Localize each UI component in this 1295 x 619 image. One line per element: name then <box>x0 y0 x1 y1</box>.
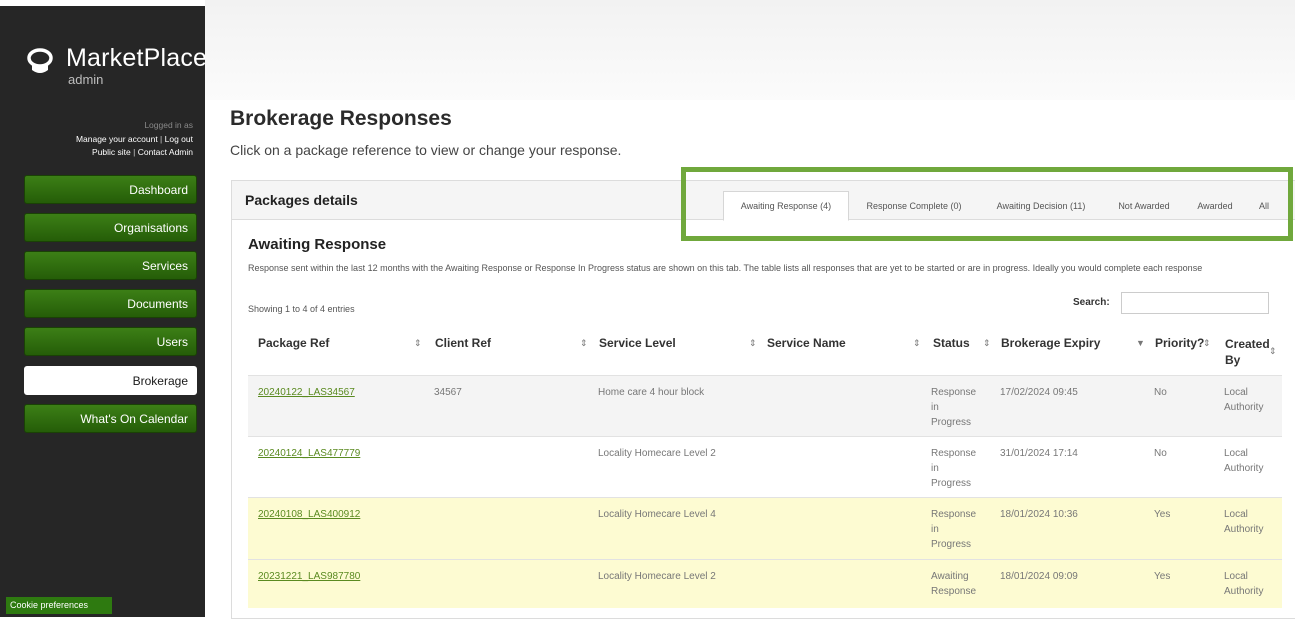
nav-brokerage[interactable]: Brokerage <box>24 366 197 395</box>
table-row: 20240108_LAS400912 Locality Homecare Leve… <box>248 497 1282 560</box>
nav-whats-on-calendar[interactable]: What's On Calendar <box>24 404 197 433</box>
table-row: 20240122_LAS34567 34567 Home care 4 hour b… <box>248 375 1282 437</box>
brokerage-expiry-cell: 17/02/2024 09:45 <box>1000 387 1078 398</box>
sort-icon[interactable]: ⇕ <box>913 338 921 349</box>
section-title: Awaiting Response <box>248 236 387 253</box>
created-by-cell: Local Authority <box>1224 509 1264 535</box>
sort-icon[interactable]: ⇕ <box>983 338 991 349</box>
panel-title: Packages details <box>245 192 358 208</box>
brand-name: MarketPlace <box>66 44 208 72</box>
nav-organisations[interactable]: Organisations <box>24 213 197 242</box>
col-status[interactable]: Status <box>933 336 970 350</box>
priority-cell: No <box>1154 448 1167 459</box>
brokerage-expiry-cell: 31/01/2024 17:14 <box>1000 448 1078 459</box>
service-level-cell: Locality Homecare Level 2 <box>598 448 716 459</box>
brokerage-expiry-cell: 18/01/2024 09:09 <box>1000 571 1078 582</box>
tabs-callout-highlight <box>681 167 1293 241</box>
logo[interactable]: MarketPlace admin <box>26 38 208 88</box>
entries-count: Showing 1 to 4 of 4 entries <box>248 304 355 314</box>
status-cell: Response in Progress <box>931 509 977 550</box>
package-ref-link[interactable]: 20231221_LAS987780 <box>258 569 360 584</box>
sort-icon[interactable]: ⇕ <box>414 338 422 349</box>
col-client-ref[interactable]: Client Ref <box>435 336 491 350</box>
search-input[interactable] <box>1121 292 1269 314</box>
col-service-level[interactable]: Service Level <box>599 336 676 350</box>
sort-icon[interactable]: ⇕ <box>580 338 588 349</box>
status-cell: Awaiting Response <box>931 571 977 597</box>
sort-icon[interactable]: ⇕ <box>749 338 757 349</box>
col-service-name[interactable]: Service Name <box>767 336 846 350</box>
header-band <box>205 0 1295 100</box>
page-title: Brokerage Responses <box>230 107 452 130</box>
nav-dashboard[interactable]: Dashboard <box>24 175 197 204</box>
cookie-preferences-button[interactable]: Cookie preferences <box>6 597 112 614</box>
package-ref-link[interactable]: 20240124_LAS477779 <box>258 446 360 461</box>
table-row: 20240124_LAS477779 Locality Homecare Leve… <box>248 436 1282 498</box>
package-ref-link[interactable]: 20240122_LAS34567 <box>258 385 355 400</box>
status-cell: Response in Progress <box>931 448 977 489</box>
client-ref-cell: 34567 <box>434 387 462 398</box>
priority-cell: No <box>1154 387 1167 398</box>
marketplace-logo-icon <box>27 48 53 73</box>
page-subtitle: Click on a package reference to view or … <box>230 142 622 158</box>
contact-admin-link[interactable]: Contact Admin <box>138 147 193 157</box>
created-by-cell: Local Authority <box>1224 448 1264 474</box>
nav-documents[interactable]: Documents <box>24 289 197 318</box>
search-label: Search: <box>1073 297 1110 308</box>
package-ref-link[interactable]: 20240108_LAS400912 <box>258 507 360 522</box>
sort-icon[interactable]: ⇕ <box>1269 346 1277 357</box>
sort-icon[interactable]: ⇕ <box>1203 338 1211 349</box>
priority-cell: Yes <box>1154 571 1171 582</box>
service-level-cell: Home care 4 hour block <box>598 387 705 398</box>
created-by-cell: Local Authority <box>1224 571 1264 597</box>
nav-users[interactable]: Users <box>24 327 197 356</box>
nav-services[interactable]: Services <box>24 251 197 280</box>
priority-cell: Yes <box>1154 509 1171 520</box>
account-links: Manage your account | Log out <box>75 134 193 144</box>
manage-account-link[interactable]: Manage your account <box>76 134 158 144</box>
col-brokerage-expiry[interactable]: Brokerage Expiry <box>1001 336 1100 350</box>
brokerage-expiry-cell: 18/01/2024 10:36 <box>1000 509 1078 520</box>
col-priority[interactable]: Priority? <box>1155 336 1204 350</box>
logout-link[interactable]: Log out <box>165 134 193 144</box>
brand-sub: admin <box>68 72 104 87</box>
site-links: Public site | Contact Admin <box>92 147 193 157</box>
col-package-ref[interactable]: Package Ref <box>258 336 329 350</box>
status-cell: Response in Progress <box>931 387 977 428</box>
col-created-by[interactable]: Created By <box>1225 336 1270 368</box>
table-row: 20231221_LAS987780 Locality Homecare Leve… <box>248 559 1282 608</box>
service-level-cell: Locality Homecare Level 2 <box>598 571 716 582</box>
created-by-cell: Local Authority <box>1224 387 1264 413</box>
section-description: Response sent within the last 12 months … <box>248 263 1203 273</box>
logged-in-text: Logged in as <box>144 120 193 130</box>
public-site-link[interactable]: Public site <box>92 147 131 157</box>
sort-desc-icon[interactable]: ▼ <box>1136 338 1145 348</box>
service-level-cell: Locality Homecare Level 4 <box>598 509 716 520</box>
